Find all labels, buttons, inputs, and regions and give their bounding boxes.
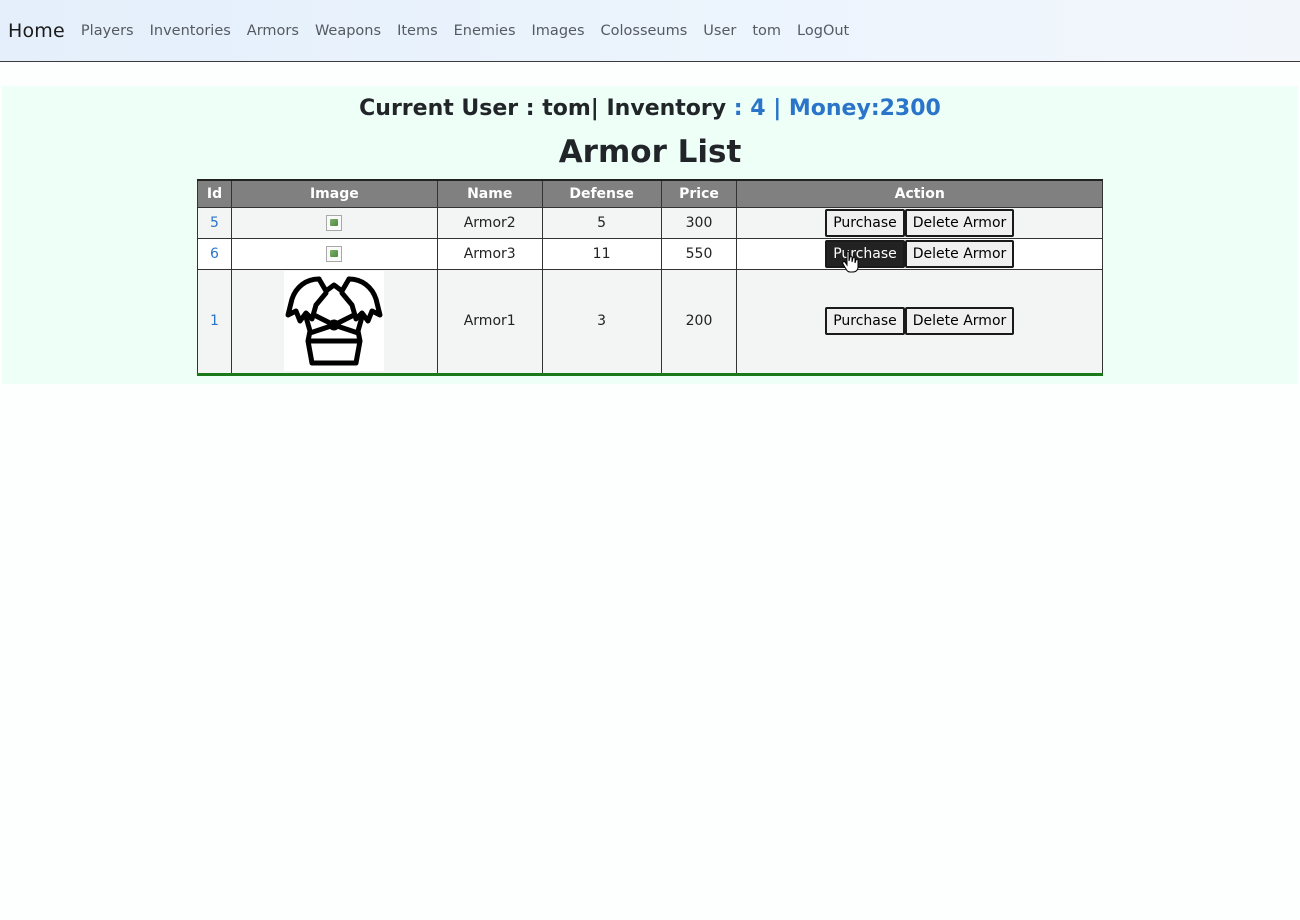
col-image: Image (230, 179, 438, 208)
col-defense: Defense (541, 179, 662, 208)
armor-defense: 11 (541, 237, 662, 270)
armor-name: Armor1 (436, 268, 543, 376)
nav-inventories[interactable]: Inventories (150, 23, 231, 39)
armor-id-link[interactable]: 6 (210, 246, 219, 262)
armor-defense: 3 (541, 268, 662, 376)
nav-logout[interactable]: LogOut (797, 23, 849, 39)
nav-items[interactable]: Items (397, 23, 438, 39)
armor-chestplate-icon (284, 271, 385, 371)
armor-id-link[interactable]: 5 (210, 215, 219, 231)
nav-username[interactable]: tom (752, 23, 781, 39)
armor-defense: 5 (541, 206, 662, 239)
table-header-row: Id Image Name Defense Price Action (197, 179, 1103, 208)
status-money: : 4 | Money:2300 (733, 96, 941, 121)
broken-image-icon (326, 214, 343, 231)
nav-colosseums[interactable]: Colosseums (601, 23, 688, 39)
delete-armor-button[interactable]: Delete Armor (904, 239, 1015, 268)
nav-enemies[interactable]: Enemies (454, 23, 516, 39)
armor-price: 300 (660, 206, 738, 239)
col-name: Name (436, 179, 543, 208)
hand-cursor-icon (842, 250, 859, 273)
status-user: Current User : tom| Inventory (359, 96, 734, 121)
page-title: Armor List (558, 134, 742, 170)
table-row: 5 Armor2 5 300 Purchase Delete Armor (197, 206, 1103, 239)
col-id: Id (197, 179, 232, 208)
armor-price: 200 (660, 268, 738, 376)
armor-price: 550 (660, 237, 738, 270)
nav-weapons[interactable]: Weapons (315, 23, 381, 39)
nav-user[interactable]: User (703, 23, 736, 39)
home-link[interactable]: Home (8, 20, 65, 42)
broken-image-icon (326, 245, 343, 262)
col-price: Price (660, 179, 738, 208)
delete-armor-button[interactable]: Delete Armor (904, 208, 1015, 237)
purchase-button[interactable]: Purchase (825, 239, 905, 268)
navbar: Home Players Inventories Armors Weapons … (0, 0, 1300, 62)
purchase-button[interactable]: Purchase (825, 208, 905, 237)
nav-images[interactable]: Images (532, 23, 585, 39)
user-status: Current User : tom| Inventory : 4 | Mone… (0, 96, 1300, 121)
delete-armor-button[interactable]: Delete Armor (904, 307, 1015, 335)
table-row: 1 Armor1 3 200 Purchase Delete Armor (197, 268, 1103, 376)
nav-armors[interactable]: Armors (247, 23, 299, 39)
armor-table: Id Image Name Defense Price Action 5 Arm… (197, 179, 1103, 376)
nav-players[interactable]: Players (81, 23, 134, 39)
col-action: Action (736, 179, 1103, 208)
table-row: 6 Armor3 11 550 Purchase Delete Armor (197, 237, 1103, 270)
armor-name: Armor2 (436, 206, 543, 239)
armor-id-link[interactable]: 1 (210, 313, 219, 329)
armor-name: Armor3 (436, 237, 543, 270)
purchase-button[interactable]: Purchase (825, 307, 905, 335)
